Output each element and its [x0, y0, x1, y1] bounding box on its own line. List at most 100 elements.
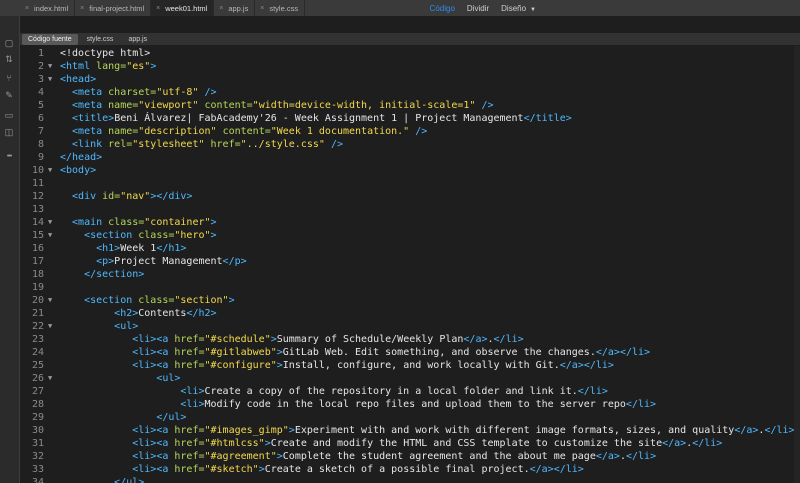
fold-toggle-icon[interactable]: ▼ [48, 229, 52, 242]
line-number: 2 [37, 61, 44, 72]
code-line: 3 ▼ <head> [20, 73, 800, 86]
code-line: 1 <!doctype html> [20, 47, 800, 60]
code-token: "nav" [120, 191, 151, 202]
code-token: </h1> [156, 243, 187, 254]
line-number: 11 [31, 178, 44, 189]
code-token: <li><a [132, 347, 175, 358]
comment-icon[interactable]: ▭ [3, 109, 15, 121]
code-token: </a> [662, 438, 687, 449]
code-token: Contents [138, 308, 187, 319]
code-token: name= [108, 100, 139, 111]
fold-toggle-icon[interactable]: ▼ [48, 372, 52, 385]
code-line: 29 </ul> [20, 411, 800, 424]
code-line: 14 ▼ <main class="container"> [20, 216, 800, 229]
code-editor[interactable]: 1 <!doctype html> 2 ▼ <html lang="es"> 3 ▼ <hea… [20, 46, 800, 483]
close-icon[interactable]: × [259, 5, 265, 12]
code-line: 23 <li><a href="#schedule">Summary of Sch… [20, 333, 800, 346]
view-code-button[interactable]: Código [430, 4, 455, 13]
code-line: 9 </head> [20, 151, 800, 164]
code-token: <main [72, 217, 109, 228]
code-token: href= [174, 438, 205, 449]
file-tab[interactable]: × app.js [214, 0, 256, 16]
chevron-down-icon: ▼ [530, 6, 536, 13]
files-icon[interactable]: ▢ [3, 37, 15, 49]
code-line: 4 <meta charset="utf-8" /> [20, 86, 800, 99]
code-line: 13 [20, 203, 800, 216]
tool-rail: ▢ ⇅ ⑂ ✎ ▭ ◫ ••• [0, 16, 20, 483]
file-tab[interactable]: × index.html [20, 0, 76, 16]
close-icon[interactable]: × [24, 5, 30, 12]
code-text: <body> [60, 164, 96, 177]
brush-icon[interactable]: ✎ [3, 89, 15, 101]
file-tab[interactable]: × final-project.html [75, 0, 152, 16]
code-token: "#configure" [204, 360, 277, 371]
code-token: content= [216, 126, 271, 137]
code-line: 25 <li><a href="#configure">Install, conf… [20, 359, 800, 372]
code-text: <li><a href="#images_gimp">Experiment wi… [132, 424, 794, 437]
code-token: <p> [96, 256, 115, 267]
code-text: <title>Beni Álvarez| FabAcademy'26 - Wee… [72, 112, 572, 125]
chat-icon[interactable]: ◫ [3, 126, 15, 138]
line-number: 4 [37, 87, 44, 98]
view-split-button[interactable]: Dividir [467, 4, 489, 13]
code-token: </li> [764, 425, 795, 436]
code-token: /> [198, 87, 217, 98]
fold-toggle-icon[interactable]: ▼ [48, 60, 52, 73]
line-number: 8 [37, 139, 44, 150]
fold-toggle-icon[interactable]: ▼ [48, 216, 52, 229]
code-token: Week 1 [120, 243, 157, 254]
code-token: <h1> [96, 243, 121, 254]
code-token: <li><a [132, 425, 175, 436]
fold-toggle-icon[interactable]: ▼ [48, 73, 52, 86]
close-icon[interactable]: × [155, 5, 161, 12]
code-token: <head> [60, 74, 97, 85]
code-token: Beni Álvarez| FabAcademy'26 - Week Assig… [114, 113, 524, 124]
view-design-button[interactable]: Diseño ▼ [501, 4, 536, 13]
code-text: <!doctype html> [60, 47, 150, 60]
code-token: "hero" [174, 230, 211, 241]
close-icon[interactable]: × [218, 5, 224, 12]
line-number: 13 [31, 204, 44, 215]
related-file-tab[interactable]: app.js [122, 34, 153, 45]
line-number: 34 [31, 477, 44, 483]
fold-toggle-icon[interactable]: ▼ [48, 164, 52, 177]
code-token: </a></li> [529, 464, 584, 475]
related-file-tab[interactable]: style.css [81, 34, 120, 45]
code-text: <meta charset="utf-8" /> [72, 86, 217, 99]
code-line: 31 <li><a href="#htmlcss">Create and modi… [20, 437, 800, 450]
code-token: href= [174, 360, 205, 371]
code-token: <li> [180, 399, 205, 410]
code-token: </title> [523, 113, 572, 124]
file-tab-label: app.js [228, 3, 249, 13]
title-bar: × index.html × final-project.html × week01.ht… [0, 0, 800, 16]
more-icon[interactable]: ••• [3, 150, 15, 162]
code-token: "#agreement" [204, 451, 277, 462]
close-icon[interactable]: × [79, 5, 85, 12]
code-token: <!doctype html> [60, 48, 151, 59]
related-file-tab[interactable]: Código fuente [22, 33, 78, 45]
code-token: "../style.css" [240, 139, 325, 150]
code-line: 33 <li><a href="#sketch">Create a sketch … [20, 463, 800, 476]
vertical-scrollbar[interactable] [794, 46, 800, 483]
line-number: 6 [37, 113, 44, 124]
code-line: 32 <li><a href="#agreement">Complete the … [20, 450, 800, 463]
sort-icon[interactable]: ⇅ [3, 53, 15, 65]
code-token: </ul> [114, 477, 145, 483]
line-number: 22 [31, 321, 44, 332]
file-tab[interactable]: × week01.html [151, 0, 215, 16]
file-tab[interactable]: × style.css [255, 0, 306, 16]
code-line: 10 ▼ <body> [20, 164, 800, 177]
line-number: 30 [31, 425, 44, 436]
code-token: </li> [625, 451, 657, 462]
fold-toggle-icon[interactable]: ▼ [48, 320, 52, 333]
fold-toggle-icon[interactable]: ▼ [48, 294, 52, 307]
code-text: <li><a href="#sketch">Create a sketch of… [132, 463, 584, 476]
code-token: Summary of Schedule/Weekly Plan [276, 334, 464, 345]
file-tab-label: index.html [34, 3, 69, 13]
branch-icon[interactable]: ⑂ [3, 72, 15, 84]
code-token: href= [174, 464, 205, 475]
code-line: 16 <h1>Week 1</h1> [20, 242, 800, 255]
code-token: </a></li> [559, 360, 614, 371]
code-token: lang= [96, 61, 127, 72]
code-line: 19 [20, 281, 800, 294]
